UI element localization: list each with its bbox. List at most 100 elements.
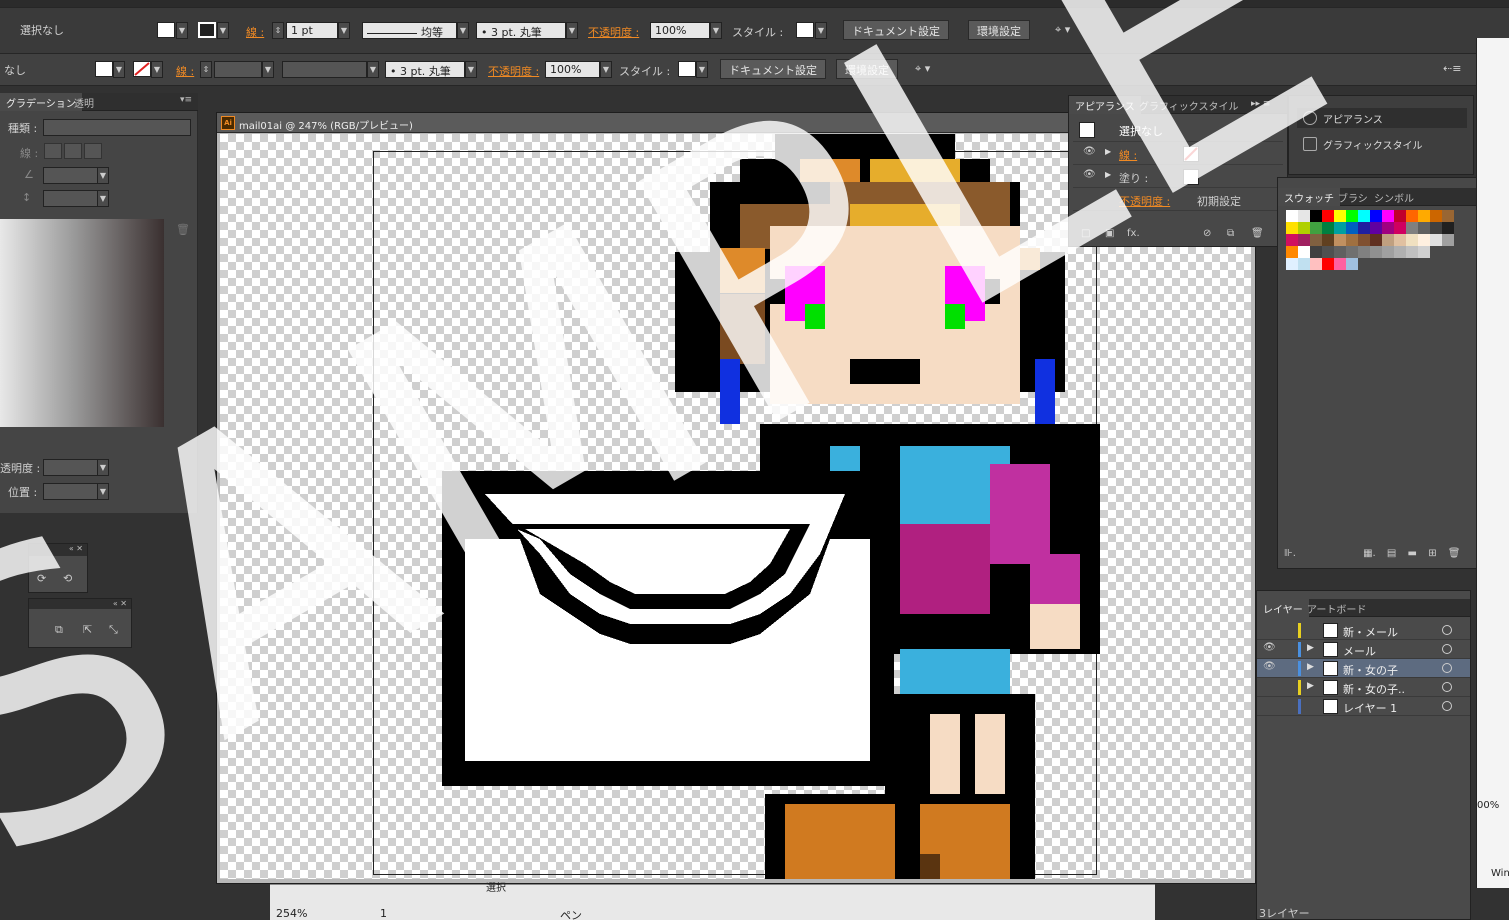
floating-panel-header-2[interactable]: « ✕ — [29, 599, 131, 609]
layer-name[interactable]: 新・女の子 — [1343, 662, 1398, 678]
opacity-label-2[interactable]: 不透明度 : — [488, 63, 539, 79]
layer-row[interactable]: 👁 ▶ メール — [1257, 640, 1470, 659]
swatch-cell[interactable] — [1382, 246, 1394, 258]
swatch-cell[interactable] — [1334, 246, 1346, 258]
floating-panel-header[interactable]: « ✕ — [29, 544, 87, 556]
opacity-label[interactable]: 不透明度 : — [588, 24, 639, 40]
eye-icon[interactable]: 👁 — [1263, 642, 1276, 653]
stroke-label[interactable]: 線 : — [246, 24, 264, 40]
layer-row[interactable]: ▶ 新・女の子.. — [1257, 678, 1470, 697]
style-swatch-2[interactable] — [678, 61, 696, 77]
swatch-cell[interactable] — [1394, 258, 1406, 270]
document-settings-button[interactable]: ドキュメント設定 — [843, 20, 949, 40]
stroke-profile-arrow-2[interactable]: ▼ — [367, 61, 379, 78]
swatch-cell[interactable] — [1310, 246, 1322, 258]
swatch-cell[interactable] — [1346, 258, 1358, 270]
target-circle-icon[interactable] — [1442, 701, 1452, 711]
swatch-cell[interactable] — [1310, 222, 1322, 234]
expand-arrow-icon[interactable]: ▶ — [1105, 170, 1111, 179]
type-select[interactable] — [43, 119, 191, 136]
layer-row[interactable]: 新・メール — [1257, 621, 1470, 640]
fill-arrow-2[interactable]: ▼ — [113, 61, 125, 78]
fx-icon[interactable]: fx. — [1127, 228, 1140, 239]
eye-icon[interactable]: 👁 — [1083, 146, 1096, 157]
appearance-stroke-row[interactable]: 👁 ▶ 線 : — [1073, 143, 1283, 165]
style-swatch[interactable] — [796, 22, 814, 38]
layer-name[interactable]: メール — [1343, 643, 1376, 659]
swatch-options-icon[interactable]: ▤ — [1387, 548, 1396, 559]
dock-appearance[interactable]: アピアランス — [1297, 108, 1467, 128]
stroke-grad-within-icon[interactable] — [44, 143, 62, 159]
brush-select[interactable]: • 3 pt. 丸筆 — [476, 22, 566, 39]
swatch-cell[interactable] — [1406, 258, 1418, 270]
reshape-icon[interactable]: ⤡ — [109, 623, 118, 637]
swatch-cell[interactable] — [1298, 246, 1310, 258]
angle-input[interactable] — [43, 167, 99, 184]
swatch-cell[interactable] — [1394, 246, 1406, 258]
swatch-cell[interactable] — [1442, 210, 1454, 222]
swatch-cell[interactable] — [1430, 234, 1442, 246]
add-fill-icon[interactable]: ▣ — [1105, 228, 1114, 239]
swatch-cell[interactable] — [1430, 246, 1442, 258]
show-kinds-icon[interactable]: ▦. — [1363, 548, 1376, 559]
swatch-cell[interactable] — [1358, 210, 1370, 222]
swatch-cell[interactable] — [1370, 258, 1382, 270]
swatch-cell[interactable] — [1430, 210, 1442, 222]
swatch-cell[interactable] — [1334, 258, 1346, 270]
swatch-cell[interactable] — [1406, 210, 1418, 222]
swatch-cell[interactable] — [1442, 234, 1454, 246]
stroke-profile-arrow[interactable]: ▼ — [457, 22, 469, 39]
stroke-grad-across-icon[interactable] — [84, 143, 102, 159]
appearance-stroke-label[interactable]: 線 : — [1119, 147, 1137, 163]
clear-icon[interactable]: ⊘ — [1203, 228, 1211, 239]
swatch-cell[interactable] — [1430, 222, 1442, 234]
swatch-cell[interactable] — [1370, 222, 1382, 234]
swatch-cell[interactable] — [1286, 258, 1298, 270]
aspect-input[interactable] — [43, 190, 99, 207]
swatch-cell[interactable] — [1322, 210, 1334, 222]
appearance-stroke-swatch[interactable] — [1183, 146, 1199, 162]
swatch-grid[interactable] — [1286, 210, 1454, 270]
tab-transparency[interactable]: 透明 — [68, 93, 100, 111]
panel-menu-icon-left[interactable]: ▾≡ — [180, 95, 192, 105]
swatch-cell[interactable] — [1286, 210, 1298, 222]
swatch-cell[interactable] — [1406, 246, 1418, 258]
swatch-cell[interactable] — [1394, 210, 1406, 222]
swatch-cell[interactable] — [1334, 210, 1346, 222]
swatch-cell[interactable] — [1442, 246, 1454, 258]
stroke-profile-select[interactable]: 均等 — [362, 22, 457, 39]
swatch-cell[interactable] — [1310, 234, 1322, 246]
new-group-icon[interactable]: ▬ — [1408, 548, 1417, 559]
swatch-cell[interactable] — [1430, 258, 1442, 270]
rotate-icon[interactable]: ⟳ — [37, 572, 46, 585]
stop-opacity-arrow[interactable]: ▼ — [97, 459, 109, 476]
artboard-number[interactable]: 1 — [380, 907, 387, 920]
swatch-cell[interactable] — [1382, 210, 1394, 222]
brush-arrow[interactable]: ▼ — [566, 22, 578, 39]
zoom-level[interactable]: 254% — [276, 907, 307, 920]
target-circle-icon[interactable] — [1442, 663, 1452, 673]
tab-graphic-styles[interactable]: グラフィックスタイル — [1133, 96, 1245, 114]
layer-row[interactable]: 👁 ▶ 新・女の子 — [1257, 659, 1470, 678]
layer-name[interactable]: 新・女の子.. — [1343, 681, 1405, 697]
new-swatch-icon[interactable]: ⊞ — [1428, 548, 1436, 559]
swatch-cell[interactable] — [1346, 210, 1358, 222]
swatch-cell[interactable] — [1442, 258, 1454, 270]
swatch-cell[interactable] — [1442, 222, 1454, 234]
style-arrow-2[interactable]: ▼ — [696, 61, 708, 78]
swatch-cell[interactable] — [1322, 234, 1334, 246]
stroke-swatch[interactable] — [198, 22, 216, 38]
swatch-cell[interactable] — [1310, 210, 1322, 222]
swatch-cell[interactable] — [1310, 258, 1322, 270]
menu-bar[interactable] — [0, 0, 1509, 8]
shear-icon[interactable]: ⇱ — [83, 623, 92, 636]
document-settings-button-2[interactable]: ドキュメント設定 — [720, 59, 826, 79]
stroke-grad-along-icon[interactable] — [64, 143, 82, 159]
stroke-weight-input[interactable]: 1 pt — [286, 22, 338, 39]
swatch-cell[interactable] — [1382, 222, 1394, 234]
swatch-cell[interactable] — [1418, 210, 1430, 222]
opacity-arrow-2[interactable]: ▼ — [600, 61, 612, 78]
expand-arrow-icon[interactable]: ▶ — [1307, 643, 1314, 653]
swatch-cell[interactable] — [1370, 246, 1382, 258]
add-stroke-icon[interactable]: □ — [1081, 228, 1090, 239]
